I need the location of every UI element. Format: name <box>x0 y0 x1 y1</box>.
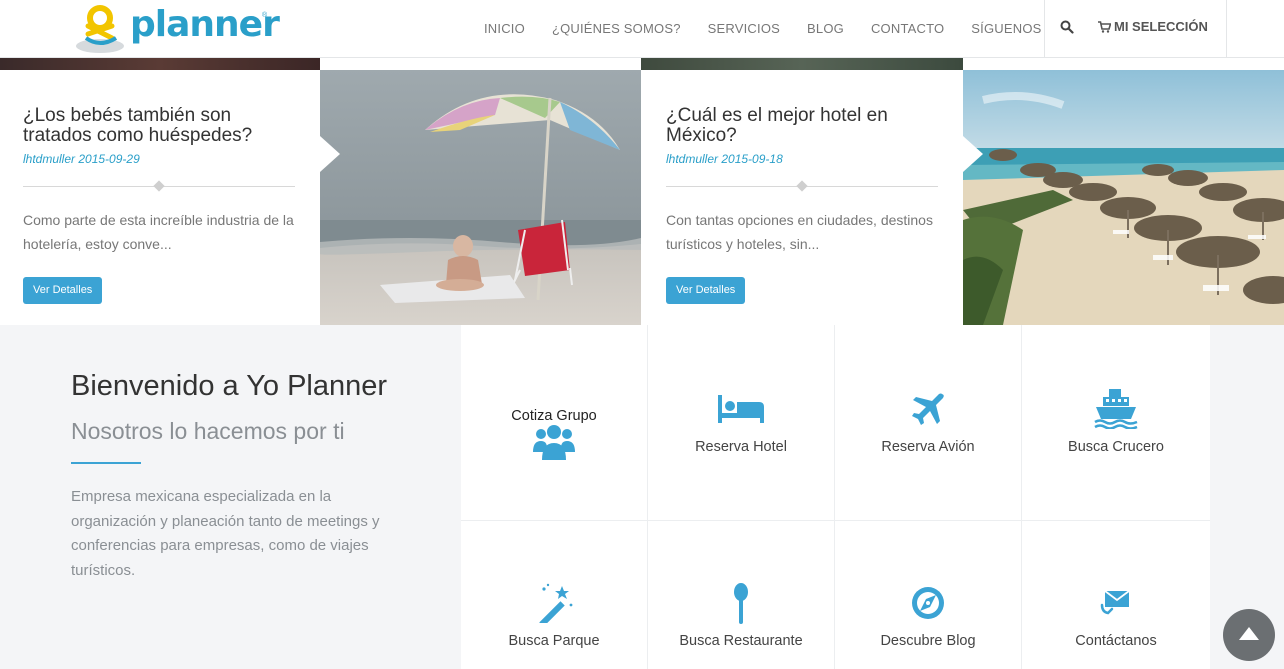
card-arrow <box>963 136 983 172</box>
service-reserva-avion[interactable]: Reserva Avión <box>835 325 1022 521</box>
nav-divider <box>1044 0 1045 57</box>
service-label: Busca Restaurante <box>679 633 803 649</box>
ship-icon <box>1094 389 1138 429</box>
search-icon <box>1060 20 1074 34</box>
welcome-description: Empresa mexicana especializada en la org… <box>71 488 380 579</box>
welcome-accent-line <box>71 462 141 464</box>
nav-contacto[interactable]: CONTACTO <box>871 21 944 36</box>
logo-text: planner <box>130 4 280 45</box>
welcome-subtitle: Nosotros lo hacemos por ti <box>71 418 345 444</box>
blog-card-meta: lhtdmuller 2015-09-29 <box>23 152 140 166</box>
page: planner ® INICIO ¿QUIÉNES SOMOS? SERVICI… <box>0 0 1284 669</box>
my-selection-label: MI SELECCIÓN <box>1114 19 1208 34</box>
cart-icon <box>1098 20 1111 33</box>
nav-divider-right <box>1226 0 1227 57</box>
blog-photo-beach-resort[interactable] <box>963 70 1284 325</box>
group-icon <box>533 425 575 460</box>
welcome-title: Bienvenido a Yo Planner <box>71 370 388 402</box>
service-label: Busca Parque <box>508 633 600 649</box>
plane-icon <box>912 393 944 425</box>
card-arrow <box>320 136 340 172</box>
search-button[interactable] <box>1060 20 1076 36</box>
ver-detalles-button[interactable]: Ver Detalles <box>666 277 746 304</box>
service-busca-parque[interactable]: Busca Parque <box>461 521 648 669</box>
blog-card-meta: lhtdmuller 2015-09-18 <box>666 152 783 166</box>
services-grid: Cotiza Grupo Reserva Hotel Reserva Avión… <box>461 325 1210 669</box>
service-label: Reserva Hotel <box>695 439 787 455</box>
blog-card-excerpt: Como parte de esta increíble industria d… <box>23 212 294 252</box>
blog-card: ¿Los bebés también son tratados como hué… <box>0 70 321 325</box>
service-label: Descubre Blog <box>880 633 976 649</box>
service-cotiza-grupo[interactable]: Cotiza Grupo <box>461 325 648 521</box>
logo-trademark: ® <box>262 12 268 19</box>
image-strip <box>0 58 320 70</box>
my-selection-button[interactable]: MI SELECCIÓN <box>1098 19 1208 34</box>
header: planner ® INICIO ¿QUIÉNES SOMOS? SERVICI… <box>0 0 1284 58</box>
nav-quienes-somos[interactable]: ¿QUIÉNES SOMOS? <box>552 21 681 36</box>
magic-wand-icon <box>539 583 573 623</box>
ver-detalles-button[interactable]: Ver Detalles <box>23 277 103 304</box>
main-nav: INICIO ¿QUIÉNES SOMOS? SERVICIOS BLOG CO… <box>484 0 1069 56</box>
divider-diamond <box>796 180 808 192</box>
logo-mark-icon <box>76 5 124 53</box>
blog-card-title[interactable]: ¿Cuál es el mejor hotel en México? <box>666 106 946 146</box>
nav-siguenos[interactable]: SÍGUENOS <box>971 21 1041 36</box>
service-descubre-blog[interactable]: Descubre Blog <box>835 521 1022 669</box>
service-contactanos[interactable]: Contáctanos <box>1022 521 1210 669</box>
divider-diamond <box>153 180 165 192</box>
beach-baby-image <box>320 70 641 325</box>
back-to-top-button[interactable] <box>1223 609 1275 661</box>
nav-inicio[interactable]: INICIO <box>484 21 525 36</box>
service-label: Reserva Avión <box>881 439 975 455</box>
blog-card-excerpt: Con tantas opciones en ciudades, destino… <box>666 212 933 252</box>
spoon-icon <box>734 583 748 624</box>
service-label: Contáctanos <box>1075 633 1157 649</box>
compass-icon <box>912 587 944 619</box>
bed-icon <box>718 395 764 423</box>
image-strip <box>641 58 963 70</box>
logo[interactable]: planner ® <box>74 4 280 54</box>
nav-servicios[interactable]: SERVICIOS <box>708 21 780 36</box>
service-reserva-hotel[interactable]: Reserva Hotel <box>648 325 835 521</box>
nav-blog[interactable]: BLOG <box>807 21 844 36</box>
beach-resort-image <box>963 70 1284 325</box>
service-busca-crucero[interactable]: Busca Crucero <box>1022 325 1210 521</box>
arrow-up-icon <box>1239 627 1259 640</box>
service-busca-restaurante[interactable]: Busca Restaurante <box>648 521 835 669</box>
blog-card-title[interactable]: ¿Los bebés también son tratados como hué… <box>23 106 303 146</box>
blog-photo-beach-baby[interactable] <box>320 70 641 325</box>
blog-card: ¿Cuál es el mejor hotel en México? lhtdm… <box>641 70 963 325</box>
service-label: Busca Crucero <box>1068 439 1164 455</box>
envelope-icon <box>1100 590 1130 615</box>
